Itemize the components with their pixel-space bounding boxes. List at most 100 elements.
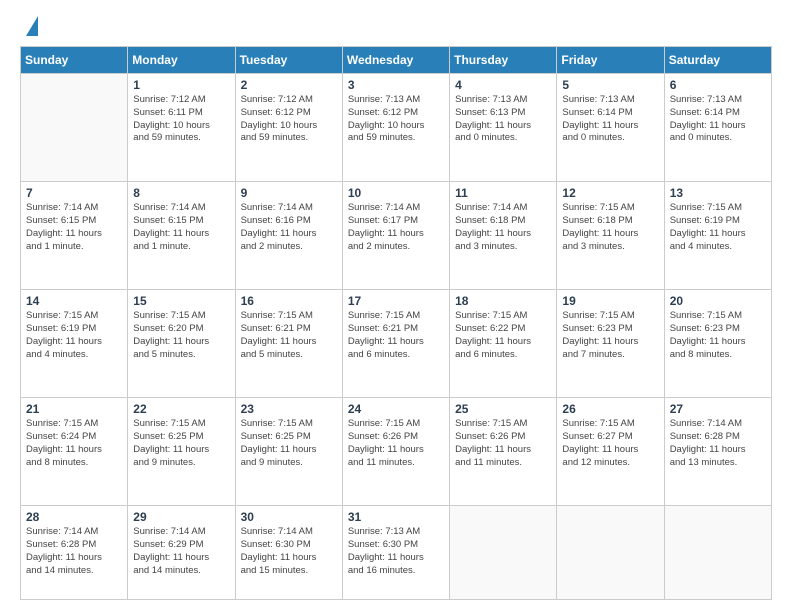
day-number: 5: [562, 78, 658, 92]
calendar-cell: 21 Sunrise: 7:15 AM Sunset: 6:24 PM Dayli…: [21, 398, 128, 506]
day-number: 15: [133, 294, 229, 308]
day-info: Sunrise: 7:15 AM Sunset: 6:23 PM Dayligh…: [670, 310, 766, 361]
calendar-cell: 20 Sunrise: 7:15 AM Sunset: 6:23 PM Dayli…: [664, 290, 771, 398]
day-info: Sunrise: 7:15 AM Sunset: 6:25 PM Dayligh…: [133, 418, 229, 469]
day-number: 25: [455, 402, 551, 416]
logo-triangle-icon: [26, 16, 38, 36]
calendar-table: SundayMondayTuesdayWednesdayThursdayFrid…: [20, 46, 772, 600]
day-info: Sunrise: 7:15 AM Sunset: 6:19 PM Dayligh…: [26, 310, 122, 361]
calendar-cell: [450, 506, 557, 600]
day-number: 9: [241, 186, 337, 200]
day-number: 24: [348, 402, 444, 416]
header: [20, 16, 772, 36]
day-number: 22: [133, 402, 229, 416]
day-info: Sunrise: 7:15 AM Sunset: 6:26 PM Dayligh…: [348, 418, 444, 469]
day-info: Sunrise: 7:13 AM Sunset: 6:14 PM Dayligh…: [670, 94, 766, 145]
calendar-cell: 8Sunrise: 7:14 AM Sunset: 6:15 PM Daylig…: [128, 182, 235, 290]
day-number: 29: [133, 510, 229, 524]
page: SundayMondayTuesdayWednesdayThursdayFrid…: [0, 0, 792, 612]
calendar-cell: 14 Sunrise: 7:15 AM Sunset: 6:19 PM Dayli…: [21, 290, 128, 398]
day-info: Sunrise: 7:13 AM Sunset: 6:13 PM Dayligh…: [455, 94, 551, 145]
day-number: 14: [26, 294, 122, 308]
day-info: Sunrise: 7:14 AM Sunset: 6:18 PM Dayligh…: [455, 202, 551, 253]
day-number: 7: [26, 186, 122, 200]
day-number: 13: [670, 186, 766, 200]
day-number: 19: [562, 294, 658, 308]
day-number: 20: [670, 294, 766, 308]
weekday-header-row: SundayMondayTuesdayWednesdayThursdayFrid…: [21, 47, 772, 74]
day-number: 27: [670, 402, 766, 416]
day-info: Sunrise: 7:14 AM Sunset: 6:30 PM Dayligh…: [241, 526, 337, 577]
day-info: Sunrise: 7:14 AM Sunset: 6:16 PM Dayligh…: [241, 202, 337, 253]
day-info: Sunrise: 7:15 AM Sunset: 6:26 PM Dayligh…: [455, 418, 551, 469]
calendar-cell: 28 Sunrise: 7:14 AM Sunset: 6:28 PM Dayli…: [21, 506, 128, 600]
calendar-cell: 16Sunrise: 7:15 AM Sunset: 6:21 PM Dayli…: [235, 290, 342, 398]
weekday-sunday: Sunday: [21, 47, 128, 74]
day-number: 1: [133, 78, 229, 92]
day-info: Sunrise: 7:14 AM Sunset: 6:28 PM Dayligh…: [26, 526, 122, 577]
calendar-cell: 31 Sunrise: 7:13 AM Sunset: 6:30 PM Dayli…: [342, 506, 449, 600]
calendar-cell: 11 Sunrise: 7:14 AM Sunset: 6:18 PM Dayli…: [450, 182, 557, 290]
calendar-cell: [21, 74, 128, 182]
day-info: Sunrise: 7:15 AM Sunset: 6:22 PM Dayligh…: [455, 310, 551, 361]
day-info: Sunrise: 7:14 AM Sunset: 6:28 PM Dayligh…: [670, 418, 766, 469]
calendar-cell: 4 Sunrise: 7:13 AM Sunset: 6:13 PM Daylig…: [450, 74, 557, 182]
day-number: 12: [562, 186, 658, 200]
weekday-tuesday: Tuesday: [235, 47, 342, 74]
calendar-cell: 9 Sunrise: 7:14 AM Sunset: 6:16 PM Daylig…: [235, 182, 342, 290]
calendar-cell: 12 Sunrise: 7:15 AM Sunset: 6:18 PM Dayli…: [557, 182, 664, 290]
day-number: 26: [562, 402, 658, 416]
day-info: Sunrise: 7:15 AM Sunset: 6:21 PM Dayligh…: [348, 310, 444, 361]
calendar-cell: 1Sunrise: 7:12 AM Sunset: 6:11 PM Daylig…: [128, 74, 235, 182]
weekday-monday: Monday: [128, 47, 235, 74]
calendar-cell: 30 Sunrise: 7:14 AM Sunset: 6:30 PM Dayli…: [235, 506, 342, 600]
calendar-cell: 6 Sunrise: 7:13 AM Sunset: 6:14 PM Daylig…: [664, 74, 771, 182]
day-number: 18: [455, 294, 551, 308]
day-info: Sunrise: 7:15 AM Sunset: 6:19 PM Dayligh…: [670, 202, 766, 253]
calendar-cell: 3 Sunrise: 7:13 AM Sunset: 6:12 PM Daylig…: [342, 74, 449, 182]
weekday-wednesday: Wednesday: [342, 47, 449, 74]
day-info: Sunrise: 7:12 AM Sunset: 6:12 PM Dayligh…: [241, 94, 337, 145]
day-number: 31: [348, 510, 444, 524]
day-number: 8: [133, 186, 229, 200]
calendar-cell: 18 Sunrise: 7:15 AM Sunset: 6:22 PM Dayli…: [450, 290, 557, 398]
week-row-0: 1Sunrise: 7:12 AM Sunset: 6:11 PM Daylig…: [21, 74, 772, 182]
day-number: 10: [348, 186, 444, 200]
day-number: 16: [241, 294, 337, 308]
week-row-1: 7 Sunrise: 7:14 AM Sunset: 6:15 PM Daylig…: [21, 182, 772, 290]
day-number: 3: [348, 78, 444, 92]
day-number: 23: [241, 402, 337, 416]
day-number: 28: [26, 510, 122, 524]
day-info: Sunrise: 7:13 AM Sunset: 6:14 PM Dayligh…: [562, 94, 658, 145]
day-number: 11: [455, 186, 551, 200]
week-row-4: 28 Sunrise: 7:14 AM Sunset: 6:28 PM Dayli…: [21, 506, 772, 600]
day-info: Sunrise: 7:15 AM Sunset: 6:24 PM Dayligh…: [26, 418, 122, 469]
weekday-saturday: Saturday: [664, 47, 771, 74]
week-row-2: 14 Sunrise: 7:15 AM Sunset: 6:19 PM Dayli…: [21, 290, 772, 398]
calendar-cell: 5 Sunrise: 7:13 AM Sunset: 6:14 PM Daylig…: [557, 74, 664, 182]
calendar-cell: [664, 506, 771, 600]
day-number: 6: [670, 78, 766, 92]
day-info: Sunrise: 7:15 AM Sunset: 6:27 PM Dayligh…: [562, 418, 658, 469]
calendar-cell: 25 Sunrise: 7:15 AM Sunset: 6:26 PM Dayli…: [450, 398, 557, 506]
calendar-cell: 27 Sunrise: 7:14 AM Sunset: 6:28 PM Dayli…: [664, 398, 771, 506]
calendar-cell: 23Sunrise: 7:15 AM Sunset: 6:25 PM Dayli…: [235, 398, 342, 506]
day-info: Sunrise: 7:14 AM Sunset: 6:15 PM Dayligh…: [26, 202, 122, 253]
day-number: 21: [26, 402, 122, 416]
day-info: Sunrise: 7:15 AM Sunset: 6:18 PM Dayligh…: [562, 202, 658, 253]
day-info: Sunrise: 7:15 AM Sunset: 6:23 PM Dayligh…: [562, 310, 658, 361]
day-number: 4: [455, 78, 551, 92]
calendar-cell: 24 Sunrise: 7:15 AM Sunset: 6:26 PM Dayli…: [342, 398, 449, 506]
calendar-cell: 15 Sunrise: 7:15 AM Sunset: 6:20 PM Dayli…: [128, 290, 235, 398]
calendar-cell: 10Sunrise: 7:14 AM Sunset: 6:17 PM Dayli…: [342, 182, 449, 290]
day-number: 30: [241, 510, 337, 524]
day-info: Sunrise: 7:13 AM Sunset: 6:12 PM Dayligh…: [348, 94, 444, 145]
day-info: Sunrise: 7:13 AM Sunset: 6:30 PM Dayligh…: [348, 526, 444, 577]
calendar-cell: 17Sunrise: 7:15 AM Sunset: 6:21 PM Dayli…: [342, 290, 449, 398]
calendar-cell: 7 Sunrise: 7:14 AM Sunset: 6:15 PM Daylig…: [21, 182, 128, 290]
day-info: Sunrise: 7:14 AM Sunset: 6:29 PM Dayligh…: [133, 526, 229, 577]
calendar-cell: 13 Sunrise: 7:15 AM Sunset: 6:19 PM Dayli…: [664, 182, 771, 290]
logo: [20, 16, 38, 36]
weekday-thursday: Thursday: [450, 47, 557, 74]
day-info: Sunrise: 7:15 AM Sunset: 6:20 PM Dayligh…: [133, 310, 229, 361]
